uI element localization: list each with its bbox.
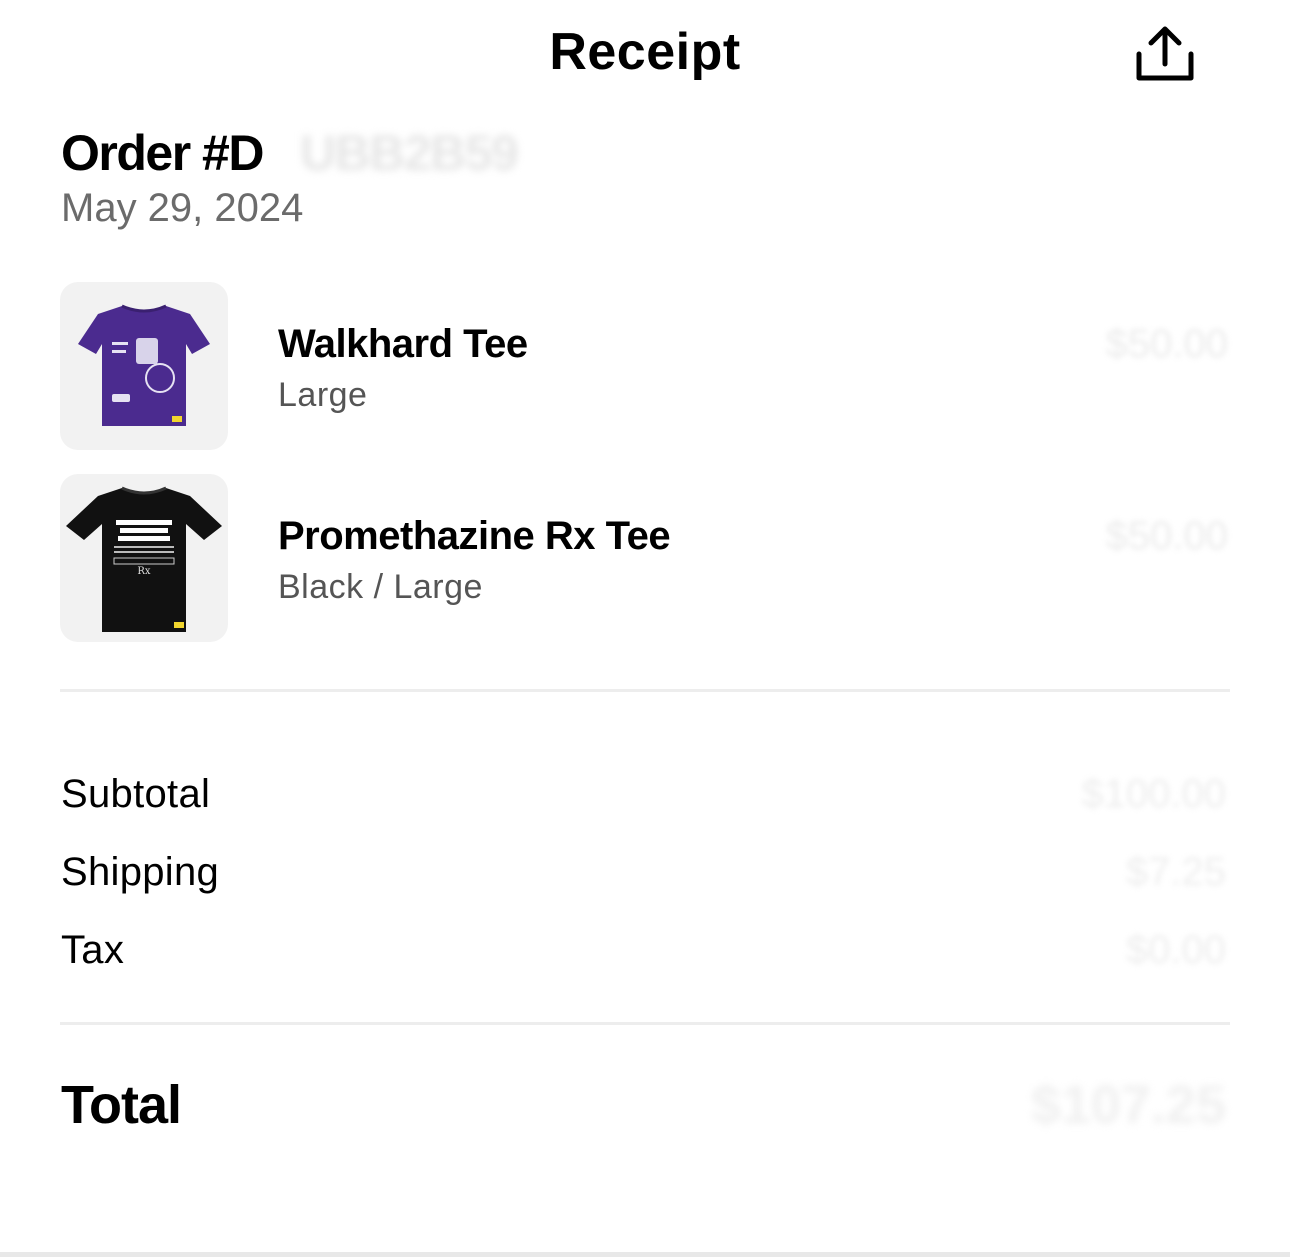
order-number-redacted: UBB2B59	[300, 125, 519, 181]
share-button[interactable]	[1132, 24, 1198, 86]
item-thumbnail[interactable]	[60, 282, 228, 450]
item-name: Walkhard Tee	[278, 322, 528, 366]
item-variant: Large	[278, 376, 368, 414]
subtotal-value: $100.00	[1081, 772, 1226, 816]
shipping-label: Shipping	[61, 850, 220, 894]
share-icon	[1136, 26, 1194, 81]
item-name: Promethazine Rx Tee	[278, 514, 671, 558]
tax-label: Tax	[61, 928, 125, 972]
item-price: $50.00	[1105, 322, 1228, 366]
black-tshirt-image: Rx	[66, 486, 222, 632]
item-price: $50.00	[1105, 514, 1228, 558]
tax-value: $0.00	[1125, 928, 1226, 972]
total-label: Total	[61, 1075, 182, 1135]
purple-tshirt-image	[78, 304, 210, 426]
item-variant: Black / Large	[278, 568, 483, 606]
subtotal-label: Subtotal	[61, 772, 211, 816]
item-thumbnail[interactable]: Rx	[60, 474, 228, 642]
bottom-divider	[0, 1252, 1290, 1257]
svg-text:Rx: Rx	[137, 566, 151, 577]
divider	[60, 689, 1230, 692]
divider	[60, 1022, 1230, 1025]
page-title: Receipt	[549, 23, 741, 81]
order-number: Order #D	[61, 125, 264, 181]
order-date: May 29, 2024	[61, 186, 304, 230]
shipping-value: $7.25	[1125, 850, 1226, 894]
total-value: $107.25	[1030, 1075, 1226, 1135]
